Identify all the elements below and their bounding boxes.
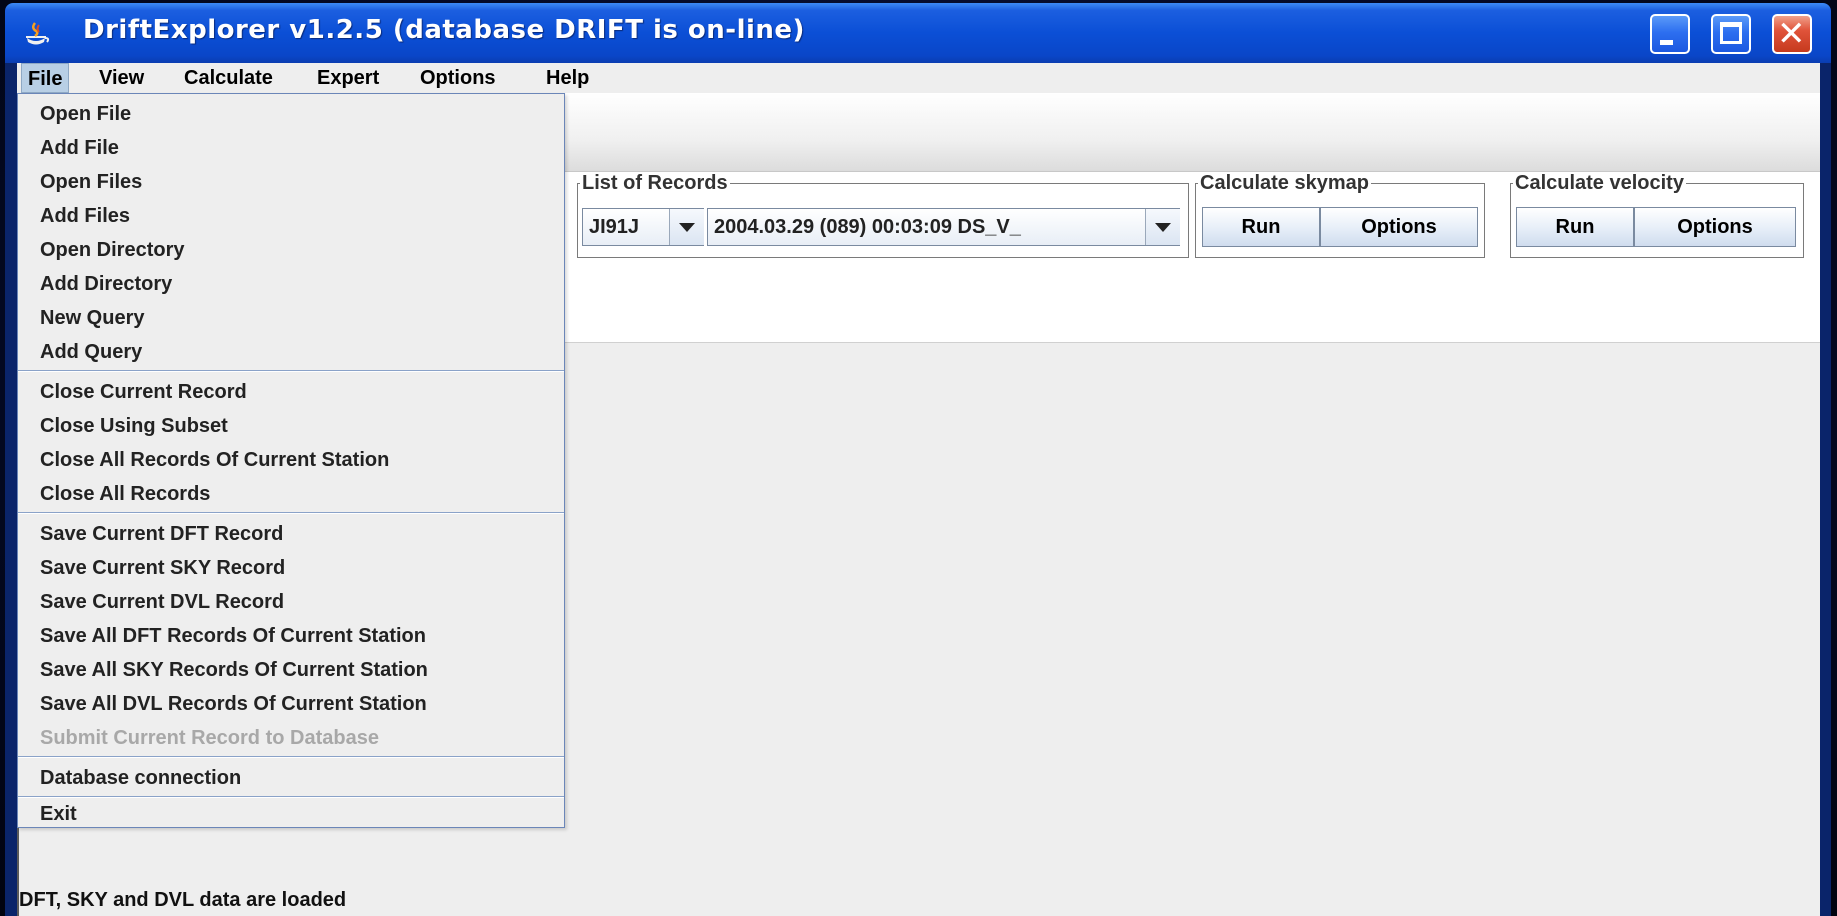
skymap-panel-title: Calculate skymap [1200, 172, 1369, 194]
menu-bar: File View Calculate Expert Options Help [17, 63, 1820, 93]
close-button[interactable]: ✕ [1772, 14, 1812, 54]
menu-expert[interactable]: Expert [311, 63, 385, 93]
menu-item-save-sky[interactable]: Save Current SKY Record [18, 551, 564, 585]
record-select-value: 2004.03.29 (089) 00:03:09 DS_V_ [714, 216, 1021, 238]
maximize-button[interactable] [1711, 14, 1751, 54]
client-area: File View Calculate Expert Options Help … [17, 63, 1820, 916]
menu-item-add-directory[interactable]: Add Directory [18, 267, 564, 301]
minimize-icon [1660, 40, 1673, 45]
menu-separator [18, 512, 564, 514]
station-select-value: JI91J [589, 216, 640, 238]
menu-item-add-query[interactable]: Add Query [18, 335, 564, 369]
menu-file[interactable]: File [21, 63, 70, 93]
menu-item-open-files[interactable]: Open Files [18, 165, 564, 199]
menu-item-save-dft[interactable]: Save Current DFT Record [18, 517, 564, 551]
station-select[interactable]: JI91J [582, 208, 704, 246]
java-cup-icon [26, 22, 50, 45]
menu-help[interactable]: Help [540, 63, 595, 93]
minimize-button[interactable] [1650, 14, 1690, 54]
menu-separator [18, 756, 564, 758]
menu-item-close-using-subset[interactable]: Close Using Subset [18, 409, 564, 443]
menu-item-add-files[interactable]: Add Files [18, 199, 564, 233]
app-window: DriftExplorer v1.2.5 (database DRIFT is … [5, 3, 1831, 916]
status-bar-text: DFT, SKY and DVL data are loaded [19, 889, 347, 911]
close-icon: ✕ [1777, 14, 1806, 54]
menu-item-save-all-dvl[interactable]: Save All DVL Records Of Current Station [18, 687, 564, 721]
velocity-run-button[interactable]: Run [1516, 207, 1634, 247]
velocity-options-button[interactable]: Options [1634, 207, 1796, 247]
chevron-down-icon[interactable] [669, 209, 704, 245]
menu-item-submit-record: Submit Current Record to Database [40, 727, 379, 749]
menu-options[interactable]: Options [414, 63, 502, 93]
menu-item-new-query[interactable]: New Query [18, 301, 564, 335]
records-panel-title: List of Records [582, 172, 728, 194]
menu-item-save-all-sky[interactable]: Save All SKY Records Of Current Station [18, 653, 564, 687]
menu-calculate[interactable]: Calculate [178, 63, 279, 93]
title-bar[interactable]: DriftExplorer v1.2.5 (database DRIFT is … [5, 3, 1831, 63]
window-title: DriftExplorer v1.2.5 (database DRIFT is … [83, 15, 805, 45]
menu-item-add-file[interactable]: Add File [18, 131, 564, 165]
maximize-icon [1720, 22, 1742, 44]
menu-item-close-current-record[interactable]: Close Current Record [18, 375, 564, 409]
menu-item-close-all-station[interactable]: Close All Records Of Current Station [18, 443, 564, 477]
skymap-run-button[interactable]: Run [1202, 207, 1320, 247]
menu-item-open-directory[interactable]: Open Directory [18, 233, 564, 267]
menu-view[interactable]: View [93, 63, 150, 93]
velocity-panel-title: Calculate velocity [1515, 172, 1684, 194]
skymap-options-button[interactable]: Options [1320, 207, 1478, 247]
menu-item-open-file[interactable]: Open File [18, 97, 564, 131]
menu-item-close-all-records[interactable]: Close All Records [18, 477, 564, 511]
menu-item-save-dvl[interactable]: Save Current DVL Record [18, 585, 564, 619]
chevron-down-icon[interactable] [1145, 209, 1180, 245]
menu-item-database-connection[interactable]: Database connection [18, 761, 564, 795]
menu-item-save-all-dft[interactable]: Save All DFT Records Of Current Station [18, 619, 564, 653]
menu-item-exit[interactable]: Exit [18, 797, 564, 831]
file-menu-dropdown: Open File Add File Open Files Add Files … [17, 93, 565, 828]
record-select[interactable]: 2004.03.29 (089) 00:03:09 DS_V_ [707, 208, 1180, 246]
menu-separator [18, 370, 564, 372]
